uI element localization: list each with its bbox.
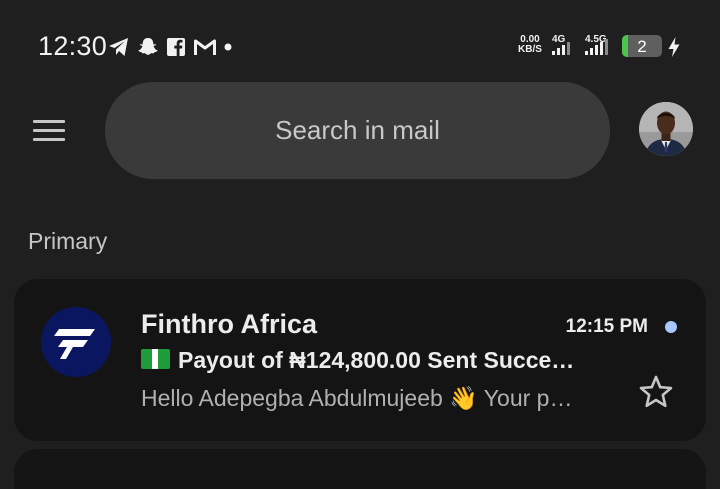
- signal-bars-icon: [552, 42, 570, 55]
- section-label-primary: Primary: [28, 228, 108, 254]
- email-time: 12:15 PM: [565, 316, 648, 337]
- email-list-item-partial[interactable]: [14, 449, 706, 489]
- more-dot-icon: [224, 43, 232, 51]
- search-input[interactable]: Search in mail: [105, 115, 610, 146]
- star-icon[interactable]: [638, 374, 674, 410]
- signal-bars-icon: [585, 39, 608, 55]
- gmail-icon: [194, 39, 216, 55]
- email-sender: Finthro Africa: [141, 309, 318, 339]
- hamburger-menu-icon[interactable]: [30, 117, 70, 145]
- nigeria-flag-icon: [141, 348, 170, 369]
- status-bar: 12:30 0.00 KB/S 4G 4.5G 2: [0, 0, 720, 92]
- status-clock: 12:30: [38, 31, 108, 61]
- unread-indicator: [665, 321, 677, 333]
- charging-bolt-icon: [668, 37, 680, 57]
- snapchat-icon: [138, 38, 158, 55]
- battery-indicator: 2: [622, 35, 662, 57]
- network-speed: 0.00 KB/S: [515, 35, 545, 55]
- email-list-item[interactable]: Finthro Africa 12:15 PM Payout of ₦124,8…: [14, 279, 706, 441]
- email-snippet: Hello Adepegba Abdulmujeeb 👋 Your p…: [141, 385, 573, 411]
- telegram-icon: [109, 38, 128, 56]
- avatar-photo: [639, 102, 693, 156]
- facebook-icon: [167, 38, 185, 56]
- net-speed-unit: KB/S: [518, 44, 542, 55]
- email-subject-row: Payout of ₦124,800.00 Sent Succe…: [141, 347, 641, 379]
- notification-icons: [108, 36, 232, 58]
- search-bar[interactable]: Search in mail: [105, 82, 610, 179]
- profile-avatar[interactable]: [639, 102, 693, 156]
- email-subject: Payout of ₦124,800.00 Sent Succe…: [178, 347, 575, 373]
- finthro-logo-icon: [54, 329, 95, 359]
- sender-logo[interactable]: [41, 307, 111, 377]
- battery-level: 2: [637, 37, 647, 56]
